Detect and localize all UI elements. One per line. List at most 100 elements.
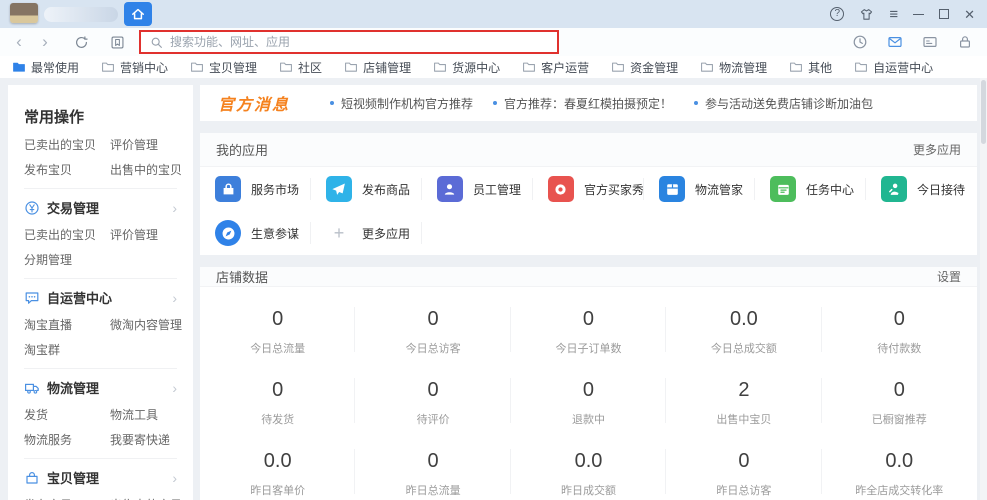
sidebar-link[interactable]: 分期管理 [24,251,110,268]
app-item[interactable]: 物流管家 [644,167,755,211]
folder-icon [190,60,204,74]
app-item[interactable]: 发布商品 [311,167,422,211]
back-icon[interactable]: ‹ [6,32,32,52]
app-item[interactable]: 任务中心 [755,167,866,211]
bookmark-folder[interactable]: 物流管理 [700,59,767,76]
stat-cell[interactable]: 0 今日子订单数 [511,293,666,364]
bookmark-folder[interactable]: 营销中心 [101,59,168,76]
search-bar[interactable] [139,30,559,54]
stat-cell[interactable]: 0 昨日总访客 [666,435,821,500]
bookmark-folder[interactable]: 自运营中心 [854,59,933,76]
menu-icon[interactable]: ≡ [889,7,898,22]
more-apps-tile[interactable]: + 更多应用 [311,211,422,255]
stat-label: 已橱窗推荐 [822,411,977,427]
bookmark-folder[interactable]: 货源中心 [433,59,500,76]
official-message-text: 官方推荐：春夏红模拍摄预定！ [504,95,672,112]
mail-icon[interactable] [887,34,903,50]
stat-cell[interactable]: 0.0 昨全店成交转化率 [822,435,977,500]
official-message-item[interactable]: 官方推荐：春夏红模拍摄预定！ [493,95,672,112]
stat-label: 待付款数 [822,340,977,356]
stat-value: 0 [355,308,510,331]
sidebar-link[interactable]: 出售中的宝贝 [110,496,182,500]
close-icon[interactable]: ✕ [964,8,975,21]
forward-icon[interactable]: › [32,32,58,52]
home-button[interactable] [124,2,152,26]
my-apps-card: 我的应用 更多应用 服务市场 发布商品 员工管理 官方买家秀 物流管家 任务中心… [200,133,977,255]
search-input[interactable] [170,35,548,49]
refresh-icon[interactable] [68,35,94,50]
app-label: 生意参谋 [251,225,299,242]
app-item[interactable]: 今日接待 [866,167,977,211]
favorites-icon[interactable] [104,35,130,50]
stat-cell[interactable]: 0 昨日总流量 [355,435,510,500]
id-card-icon[interactable] [922,34,938,50]
stat-cell[interactable]: 0 今日总访客 [355,293,510,364]
clock-icon[interactable] [852,34,868,50]
sidebar-section-title: 常用操作 [24,106,84,127]
stat-cell[interactable]: 0 待评价 [355,364,510,435]
chevron-right-icon: › [172,470,177,486]
stat-cell[interactable]: 0 已橱窗推荐 [822,364,977,435]
sidebar-link[interactable]: 发布宝贝 [24,161,110,178]
stat-cell[interactable]: 0 退款中 [511,364,666,435]
sidebar-section-header[interactable]: 物流管理 › [24,378,177,397]
maximize-icon[interactable] [939,9,949,19]
minimize-icon[interactable] [913,14,924,15]
chevron-right-icon: › [172,200,177,216]
sidebar-link[interactable]: 物流服务 [24,431,110,448]
stat-cell[interactable]: 0.0 昨日成交额 [511,435,666,500]
stat-label: 昨日成交额 [511,482,666,498]
sidebar-link[interactable]: 淘宝直播 [24,316,110,333]
official-message-item[interactable]: 短视频制作机构官方推荐 [330,95,473,112]
stat-cell[interactable]: 2 出售中宝贝 [666,364,821,435]
bookmark-folder[interactable]: 最常使用 [12,59,79,76]
scrollbar-thumb[interactable] [981,80,986,144]
shirt-skin-icon[interactable] [859,7,874,22]
sidebar-link[interactable]: 已卖出的宝贝 [24,136,110,153]
sidebar-link[interactable]: 我要寄快递 [110,431,177,448]
app-item[interactable]: 员工管理 [422,167,533,211]
bookmark-folder[interactable]: 客户运营 [522,59,589,76]
stat-value: 2 [666,379,821,402]
sidebar-link[interactable]: 发货 [24,406,110,423]
app-icon [215,220,241,246]
more-apps-link[interactable]: 更多应用 [913,141,961,158]
scrollbar[interactable] [980,78,987,500]
stat-cell[interactable]: 0.0 昨日客单价 [200,435,355,500]
app-item[interactable]: 官方买家秀 [533,167,644,211]
sidebar-section-header[interactable]: 常用操作 [24,106,177,127]
sidebar-link[interactable]: 评价管理 [110,226,177,243]
sidebar-link[interactable]: 已卖出的宝贝 [24,226,110,243]
bookmark-folder[interactable]: 其他 [789,59,832,76]
app-item[interactable]: 服务市场 [200,167,311,211]
app-label: 今日接待 [917,181,965,198]
lock-icon[interactable] [957,34,973,50]
stat-cell[interactable]: 0 待付款数 [822,293,977,364]
bookmark-folder[interactable]: 社区 [279,59,322,76]
app-item[interactable]: 生意参谋 [200,211,311,255]
sidebar-section-header[interactable]: 宝贝管理 › [24,468,177,487]
sidebar-section-header[interactable]: 自运营中心 › [24,288,177,307]
help-icon[interactable]: ? [830,7,844,21]
official-message-banner: 官方消息 短视频制作机构官方推荐 官方推荐：春夏红模拍摄预定！ 参与活动送免费店… [200,85,977,121]
bookmark-folder[interactable]: 资金管理 [611,59,678,76]
stat-cell[interactable]: 0 今日总流量 [200,293,355,364]
tab-title-redacted [44,7,118,22]
sidebar-link[interactable]: 发布宝贝 [24,496,110,500]
sidebar-section-header[interactable]: 交易管理 › [24,198,177,217]
folder-icon [700,60,714,74]
bookmark-folder[interactable]: 店铺管理 [344,59,411,76]
settings-link[interactable]: 设置 [937,268,961,285]
stat-cell[interactable]: 0.0 今日总成交额 [666,293,821,364]
stat-cell[interactable]: 0 待发货 [200,364,355,435]
sidebar-link[interactable]: 物流工具 [110,406,177,423]
sidebar-link[interactable]: 微淘内容管理 [110,316,182,333]
sidebar-link[interactable]: 出售中的宝贝 [110,161,182,178]
bookmark-folder[interactable]: 宝贝管理 [190,59,257,76]
browser-tab[interactable] [0,6,118,23]
official-message-text: 短视频制作机构官方推荐 [341,95,473,112]
sidebar-link[interactable]: 评价管理 [110,136,182,153]
stat-label: 今日总成交额 [666,340,821,356]
sidebar-link[interactable]: 淘宝群 [24,341,110,358]
official-message-item[interactable]: 参与活动送免费店铺诊断加油包 [694,95,873,112]
